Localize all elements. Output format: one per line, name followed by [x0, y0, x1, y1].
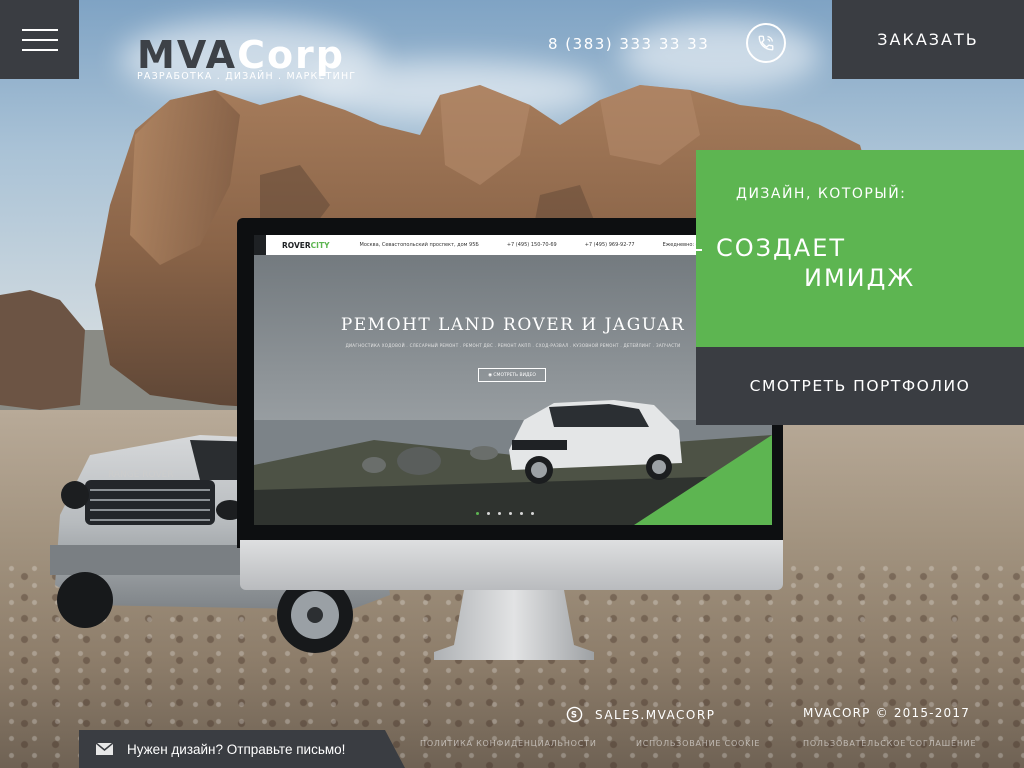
phone-icon[interactable] — [746, 23, 786, 63]
skype-link[interactable]: S SALES.MVACORP — [566, 706, 715, 723]
slider-dot — [487, 512, 490, 515]
email-cta-label: Нужен дизайн? Отправьте письмо! — [127, 741, 346, 757]
slider-dot — [531, 512, 534, 515]
slider-dot — [509, 512, 512, 515]
monitor-stand — [434, 590, 594, 660]
logo[interactable]: MVA Corp РАЗРАБОТКА . ДИЗАЙН . МАРКЕТИНГ — [137, 36, 356, 82]
monitor-chin — [240, 540, 783, 590]
slider-dot — [520, 512, 523, 515]
svg-text:RANGE ROVER: RANGE ROVER — [108, 470, 174, 480]
email-cta-button[interactable]: Нужен дизайн? Отправьте письмо! — [79, 730, 405, 768]
promo-headline-1: СОЗДАЕТ — [716, 234, 847, 262]
hamburger-icon — [21, 28, 58, 31]
slider-dot — [476, 512, 479, 515]
screen-slider-dots — [476, 512, 534, 515]
order-button[interactable]: ЗАКАЗАТЬ — [832, 0, 1024, 79]
hamburger-icon-bar — [21, 48, 58, 51]
promo-headline-2: ИМИДЖ — [804, 264, 916, 292]
logo-text: MVA Corp — [137, 36, 356, 74]
privacy-policy-link[interactable]: ПОЛИТИКА КОНФИДЕНЦИАЛЬНОСТИ — [420, 739, 597, 748]
screen-site-title: РЕМОНТ LAND ROVER И JAGUAR — [340, 315, 686, 335]
portfolio-button[interactable]: СМОТРЕТЬ ПОРТФОЛИО — [696, 347, 1024, 425]
svg-text:S: S — [571, 711, 578, 721]
screen-site-logo: ROVERCITY — [282, 240, 330, 250]
envelope-icon — [96, 743, 113, 755]
screen-burger-icon — [254, 235, 266, 255]
monitor-screen: ROVERCITY Москва, Севастопольский проспе… — [254, 235, 772, 525]
screen-site-nav: ROVERCITY Москва, Севастопольский проспе… — [254, 235, 772, 255]
logo-corp: Corp — [237, 33, 345, 77]
screen-video-button: ◉ СМОТРЕТЬ ВИДЕО — [478, 368, 546, 382]
hamburger-icon-bar — [21, 38, 58, 41]
menu-button[interactable] — [0, 0, 79, 79]
phone-handset-icon — [758, 35, 774, 51]
cookie-policy-link[interactable]: ИСПОЛЬЗОВАНИЕ COOKIE — [636, 739, 760, 748]
slider-dot — [498, 512, 501, 515]
screen-site-address: Москва, Севастопольский проспект, дом 95… — [359, 242, 479, 248]
copyright: MVACORP © 2015-2017 — [803, 706, 971, 720]
promo-box: ДИЗАЙН, КОТОРЫЙ: СОЗДАЕТ ИМИДЖ — [690, 150, 1024, 347]
skype-label: SALES.MVACORP — [595, 707, 716, 722]
promo-kicker: ДИЗАЙН, КОТОРЫЙ: — [736, 186, 907, 202]
screen-site-phone-2: +7 (495) 969-92-77 — [584, 242, 635, 248]
user-agreement-link[interactable]: ПОЛЬЗОВАТЕЛЬСКОЕ СОГЛАШЕНИЕ — [803, 739, 976, 748]
logo-tagline: РАЗРАБОТКА . ДИЗАЙН . МАРКЕТИНГ — [137, 71, 357, 82]
screen-site-phone-1: +7 (495) 150-70-69 — [506, 242, 557, 248]
logo-mva: MVA — [137, 33, 238, 77]
promo-dash — [690, 249, 702, 251]
screen-site-links: ДИАГНОСТИКА ХОДОВОЙ . СЛЕСАРНЫЙ РЕМОНТ .… — [345, 343, 681, 348]
phone-number[interactable]: 8 (383) 333 33 33 — [548, 35, 709, 53]
skype-icon: S — [566, 706, 583, 723]
